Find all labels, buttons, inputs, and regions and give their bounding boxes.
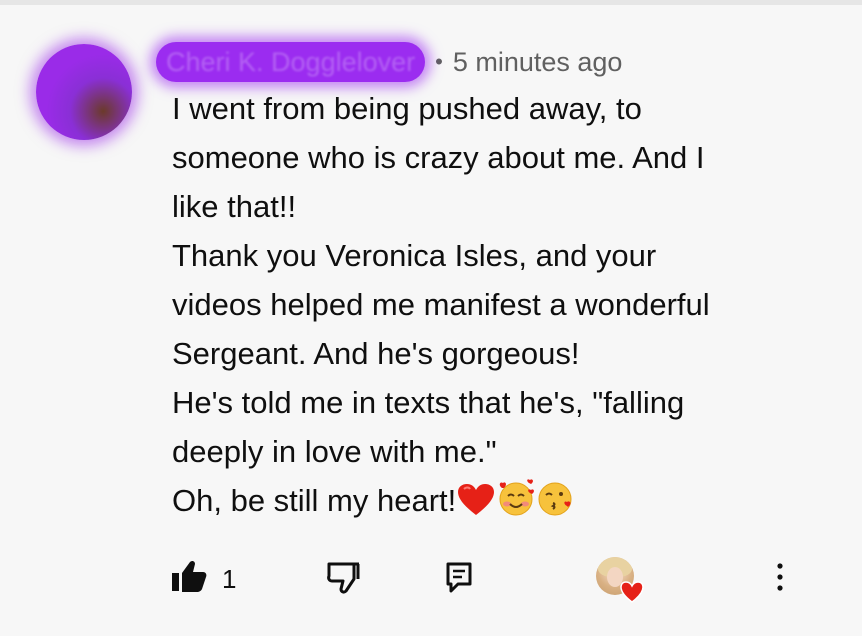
comment-line-text: Oh, be still my heart! <box>172 483 457 518</box>
comment-line: like that!! <box>172 189 297 224</box>
comment-header: Cheri K. Dogglelover • 5 minutes ago <box>156 40 622 84</box>
top-divider <box>0 0 862 5</box>
more-actions-button[interactable] <box>774 555 786 603</box>
comment-text: I went from being pushed away, to someon… <box>172 84 832 531</box>
separator-dot: • <box>435 49 443 74</box>
comment-actions: 1 <box>0 555 862 603</box>
comment-line: deeply in love with me." <box>172 434 497 469</box>
avatar[interactable] <box>36 44 132 140</box>
red-heart-emoji-icon <box>457 482 495 531</box>
reply-button[interactable] <box>446 555 472 603</box>
like-button[interactable]: 1 <box>170 555 236 603</box>
more-vertical-icon <box>774 561 786 598</box>
timestamp[interactable]: 5 minutes ago <box>453 47 623 78</box>
comment-line: someone who is crazy about me. And I <box>172 140 705 175</box>
face-blowing-a-kiss-emoji-icon <box>537 479 575 531</box>
comment-line-last: Oh, be still my heart! <box>172 476 832 531</box>
comment-line: videos helped me manifest a wonderful <box>172 287 710 322</box>
reply-icon <box>446 561 472 598</box>
creator-heart-icon <box>620 581 644 608</box>
comment-line: He's told me in texts that he's, "fallin… <box>172 385 685 420</box>
dislike-button[interactable] <box>326 555 362 603</box>
smiling-face-with-hearts-emoji-icon <box>496 479 536 531</box>
thumbs-down-icon <box>326 559 362 600</box>
like-count: 1 <box>222 563 237 594</box>
comment-line: Thank you Veronica Isles, and your <box>172 238 657 273</box>
thumbs-up-filled-icon <box>170 559 208 600</box>
author-name[interactable]: Cheri K. Dogglelover <box>156 42 426 82</box>
comment-line: I went from being pushed away, to <box>172 91 642 126</box>
comment-line: Sergeant. And he's gorgeous! <box>172 336 580 371</box>
